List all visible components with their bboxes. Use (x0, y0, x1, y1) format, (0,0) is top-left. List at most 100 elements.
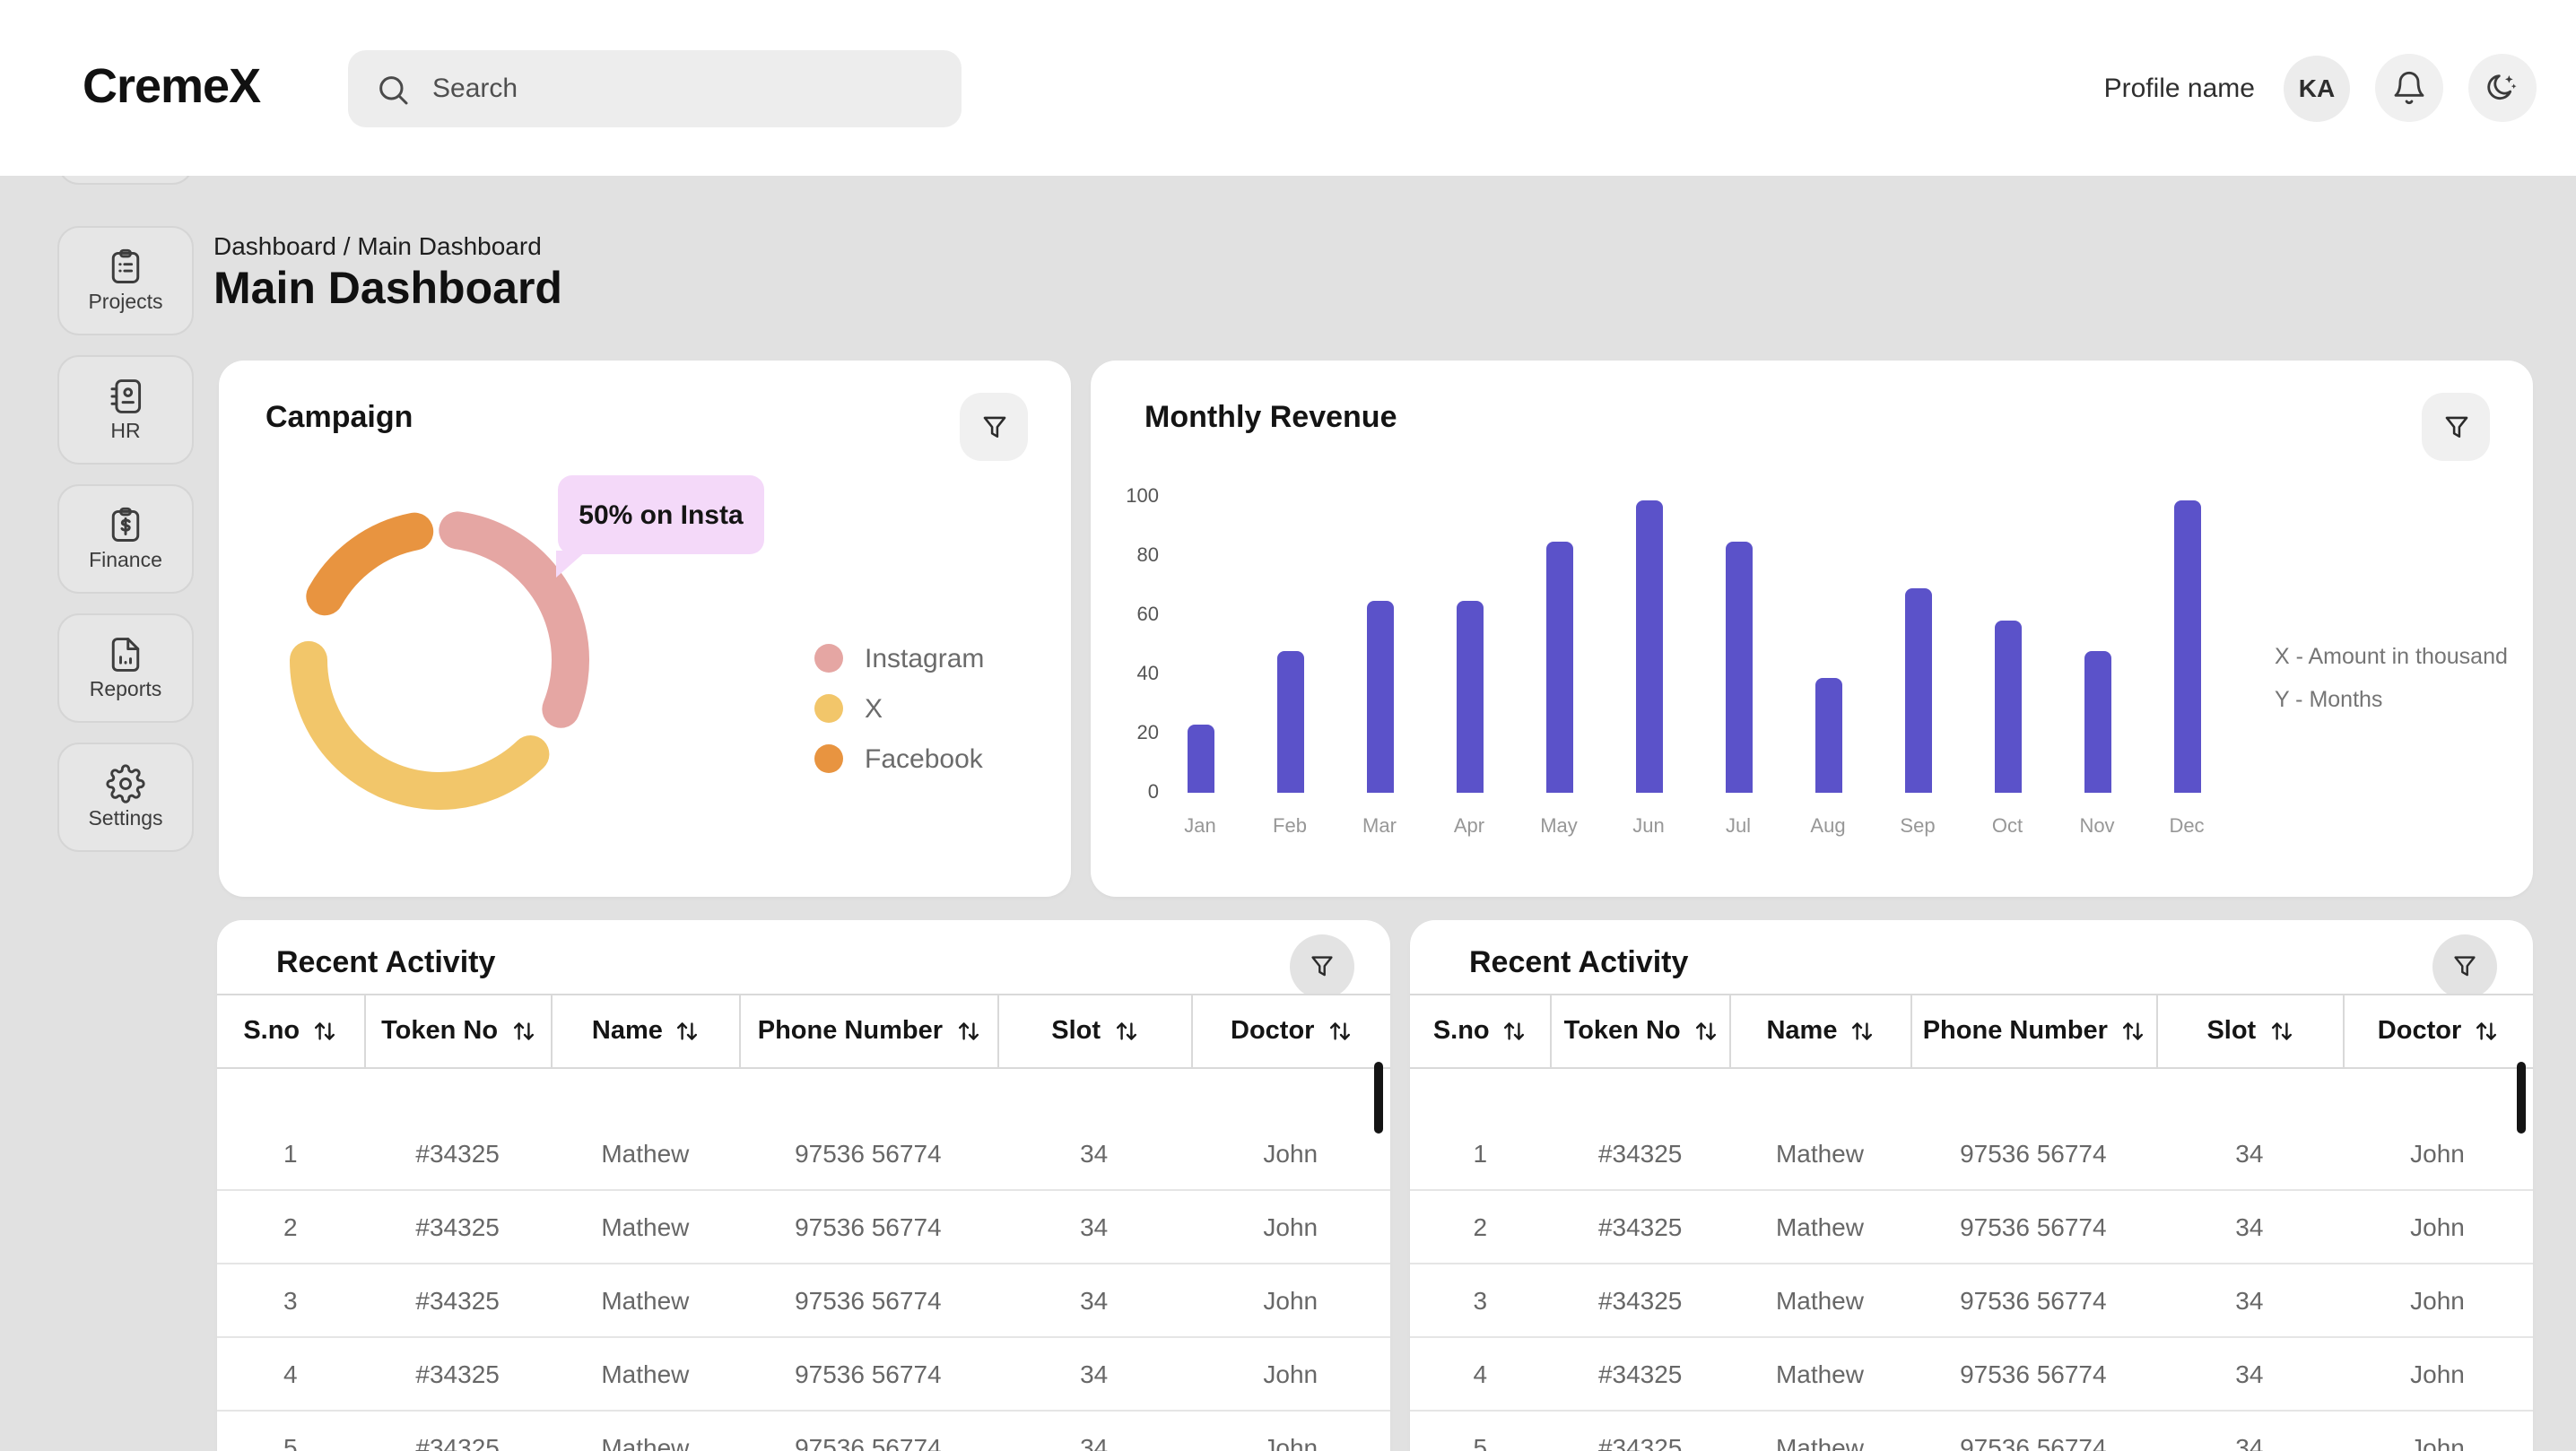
table-filter-button[interactable] (2432, 934, 2497, 999)
sidebar-item-label: Projects (88, 292, 162, 314)
header-cell-slot[interactable]: Slot (997, 995, 1191, 1067)
header-cell-name[interactable]: Name (552, 995, 739, 1067)
bar-jun (1635, 500, 1662, 793)
header-cell-label: Phone Number (1923, 1017, 2108, 1046)
chart-note-y: Y - Months (2275, 687, 2382, 712)
recent-activity-card-left: Recent Activity S.no Token NoName Phone Nu… (217, 920, 1390, 1451)
header-cell-phone-number[interactable]: Phone Number (739, 995, 997, 1067)
table-scrollbar[interactable] (2517, 1062, 2526, 1134)
table-cell: 34 (997, 1338, 1191, 1410)
app-root: Projects HR Finance (0, 0, 2576, 1451)
bar-may (1545, 542, 1572, 794)
table-cell: 1 (1410, 1117, 1551, 1189)
sidebar-item-label: Reports (90, 680, 162, 701)
table-cell: Mathew (1730, 1338, 1910, 1410)
header-cell-token-no[interactable]: Token No (364, 995, 552, 1067)
header-cell-label: S.no (243, 1017, 300, 1046)
header-cell-s-no[interactable]: S.no (217, 995, 364, 1067)
header-cell-doctor[interactable]: Doctor (2342, 995, 2533, 1067)
legend-dot-facebook (814, 744, 843, 773)
bar-aug (1815, 677, 1841, 793)
table-row: 5#34325Mathew97536 5677434John (217, 1412, 1390, 1451)
table-cell: #34325 (364, 1191, 552, 1263)
search-icon (375, 71, 411, 107)
sidebar-item-hr[interactable]: HR (57, 355, 194, 465)
header-cell-label: Doctor (1231, 1017, 1314, 1046)
bar-feb (1276, 651, 1303, 793)
sidebar-item-finance[interactable]: Finance (57, 484, 194, 594)
table-cell: John (1191, 1338, 1390, 1410)
y-tick-label: 20 (1105, 723, 1159, 744)
header-cell-s-no[interactable]: S.no (1410, 995, 1551, 1067)
donut-segment-facebook (287, 508, 592, 812)
table-cell: 3 (217, 1264, 364, 1336)
header-cell-phone-number[interactable]: Phone Number (1910, 995, 2156, 1067)
table-cell: John (1191, 1191, 1390, 1263)
search-bar[interactable] (348, 50, 962, 127)
profile-name-label: Profile name (2104, 73, 2255, 103)
sidebar-item-reports[interactable]: Reports (57, 613, 194, 723)
search-input[interactable] (432, 74, 935, 104)
header-cell-label: Slot (1051, 1017, 1101, 1046)
table-cell: 97536 56774 (1910, 1338, 2156, 1410)
campaign-card: Campaign 50% on Insta InstagramXFacebook (219, 361, 1071, 897)
legend-item: Instagram (814, 633, 984, 683)
table-cell: 97536 56774 (1910, 1264, 2156, 1336)
moon-sparkles-icon (2485, 70, 2520, 106)
sort-icon (2474, 1019, 2499, 1044)
table-title: Recent Activity (276, 945, 495, 981)
table-cell: John (1191, 1117, 1390, 1189)
sidebar-item-projects[interactable]: Projects (57, 226, 194, 335)
x-tick-label: Jun (1613, 816, 1684, 838)
sort-icon (675, 1019, 701, 1044)
header-cell-slot[interactable]: Slot (2157, 995, 2343, 1067)
header-cell-name[interactable]: Name (1730, 995, 1910, 1067)
x-tick-label: May (1523, 816, 1595, 838)
legend-dot-x (814, 694, 843, 723)
x-tick-label: Jan (1164, 816, 1236, 838)
campaign-donut-chart (287, 508, 592, 812)
app-header: CremeX Profile name KA (0, 0, 2576, 176)
contact-book-icon (106, 377, 145, 416)
table-row: 2#34325Mathew97536 5677434John (217, 1191, 1390, 1264)
dark-mode-button[interactable] (2468, 54, 2537, 122)
avatar[interactable]: KA (2284, 55, 2350, 121)
table-cell: 4 (217, 1338, 364, 1410)
donut-tooltip: 50% on Insta (558, 475, 764, 554)
table-filter-button[interactable] (1290, 934, 1354, 999)
table-header-row: S.no Token NoName Phone Number SlotDoctor (1410, 994, 2533, 1069)
y-tick-label: 0 (1105, 782, 1159, 804)
table-scrollbar[interactable] (1374, 1062, 1383, 1134)
header-cell-doctor[interactable]: Doctor (1191, 995, 1390, 1067)
table-cell: 34 (997, 1117, 1191, 1189)
sidebar-item-settings[interactable]: Settings (57, 743, 194, 852)
sort-icon (955, 1019, 980, 1044)
revenue-filter-button[interactable] (2422, 393, 2490, 461)
table-cell: 2 (217, 1191, 364, 1263)
table-cell: 2 (1410, 1191, 1551, 1263)
table-cell: 97536 56774 (1910, 1191, 2156, 1263)
table-cell: John (2342, 1191, 2533, 1263)
table-cell: 5 (217, 1412, 364, 1451)
gear-icon (106, 764, 145, 804)
notifications-button[interactable] (2375, 54, 2443, 122)
donut-legend: InstagramXFacebook (814, 633, 984, 784)
x-tick-label: Feb (1254, 816, 1326, 838)
table-cell: 97536 56774 (739, 1412, 997, 1451)
revenue-card-title: Monthly Revenue (1144, 400, 1397, 436)
header-cell-label: Phone Number (758, 1017, 943, 1046)
x-tick-label: Mar (1344, 816, 1415, 838)
bar-dec (2173, 500, 2200, 793)
sidebar-item-label: Settings (88, 809, 162, 830)
header-cell-token-no[interactable]: Token No (1551, 995, 1730, 1067)
breadcrumb[interactable]: Dashboard / Main Dashboard (213, 231, 542, 260)
bell-icon (2391, 70, 2427, 106)
campaign-card-title: Campaign (265, 400, 413, 436)
campaign-filter-button[interactable] (960, 393, 1028, 461)
x-tick-label: Dec (2151, 816, 2223, 838)
table-cell: #34325 (364, 1412, 552, 1451)
x-tick-label: Oct (1971, 816, 2043, 838)
table-row: 4#34325Mathew97536 5677434John (217, 1338, 1390, 1412)
bar-mar (1366, 601, 1393, 794)
header-cell-label: S.no (1433, 1017, 1490, 1046)
